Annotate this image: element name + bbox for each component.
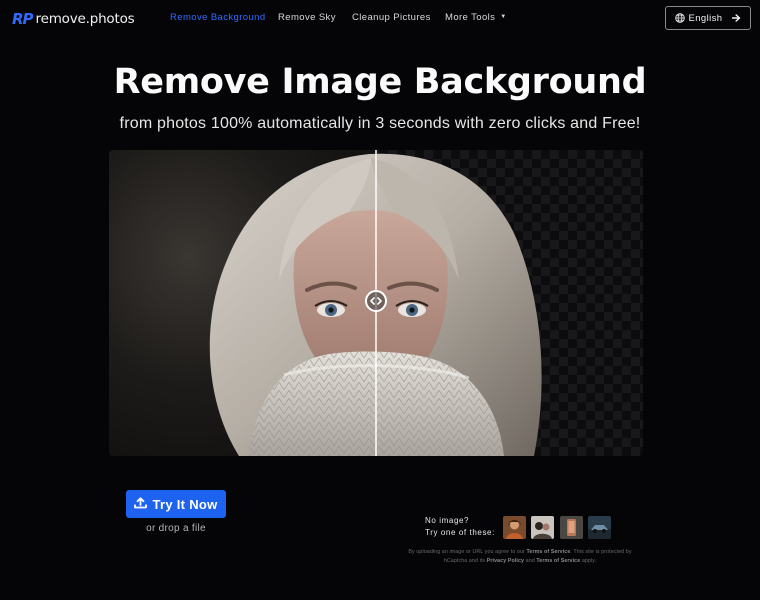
nav-link-remove-background[interactable]: Remove Background bbox=[170, 12, 266, 23]
sample-thumbnail-4[interactable] bbox=[588, 516, 611, 539]
terms-of-service-link[interactable]: Terms of Service bbox=[526, 549, 570, 555]
page-title: Remove Image Background bbox=[113, 62, 647, 102]
try-it-now-label: Try It Now bbox=[152, 496, 218, 512]
sample-thumbnail-3[interactable] bbox=[560, 516, 583, 539]
sample-images-prompt: No image? Try one of these: bbox=[425, 515, 495, 539]
logo-mark: RP bbox=[12, 10, 34, 28]
legal-text-4: apply. bbox=[580, 557, 597, 564]
drop-file-hint: or drop a file bbox=[146, 523, 206, 534]
try-it-now-button[interactable]: Try It Now bbox=[126, 490, 226, 518]
sample-prompt-line2: Try one of these: bbox=[425, 528, 495, 537]
arrow-right-icon bbox=[732, 14, 741, 22]
top-navbar: RP remove.photos Remove Background Remov… bbox=[0, 0, 760, 38]
nav-link-remove-sky[interactable]: Remove Sky bbox=[278, 12, 336, 23]
logo-text: remove.photos bbox=[35, 11, 135, 27]
logo[interactable]: RP remove.photos bbox=[12, 9, 135, 29]
globe-icon bbox=[674, 13, 685, 23]
sample-prompt-line1: No image? bbox=[425, 516, 470, 525]
sample-thumbnail-2[interactable] bbox=[531, 516, 554, 539]
hcaptcha-terms-link[interactable]: Terms of Service bbox=[536, 558, 580, 564]
legal-notice: By uploading an image or URL you agree t… bbox=[400, 548, 640, 565]
upload-icon bbox=[134, 496, 148, 512]
before-after-slider[interactable] bbox=[109, 150, 643, 456]
sample-thumbnail-1[interactable] bbox=[503, 516, 526, 539]
left-right-arrows-icon[interactable] bbox=[365, 290, 387, 312]
nav-link-more-tools[interactable]: More Tools ▼ bbox=[445, 12, 507, 23]
privacy-policy-link[interactable]: Privacy Policy bbox=[487, 558, 524, 564]
legal-text-3: and bbox=[524, 557, 537, 564]
caret-down-icon: ▼ bbox=[500, 14, 507, 20]
page-subtitle: from photos 100% automatically in 3 seco… bbox=[119, 115, 641, 132]
legal-text-1: By uploading an image or URL you agree t… bbox=[408, 549, 527, 555]
language-button[interactable]: English bbox=[665, 6, 751, 30]
nav-link-cleanup-pictures[interactable]: Cleanup Pictures bbox=[352, 12, 431, 23]
language-label: English bbox=[688, 12, 723, 24]
nav-link-more-tools-label: More Tools bbox=[445, 12, 496, 23]
